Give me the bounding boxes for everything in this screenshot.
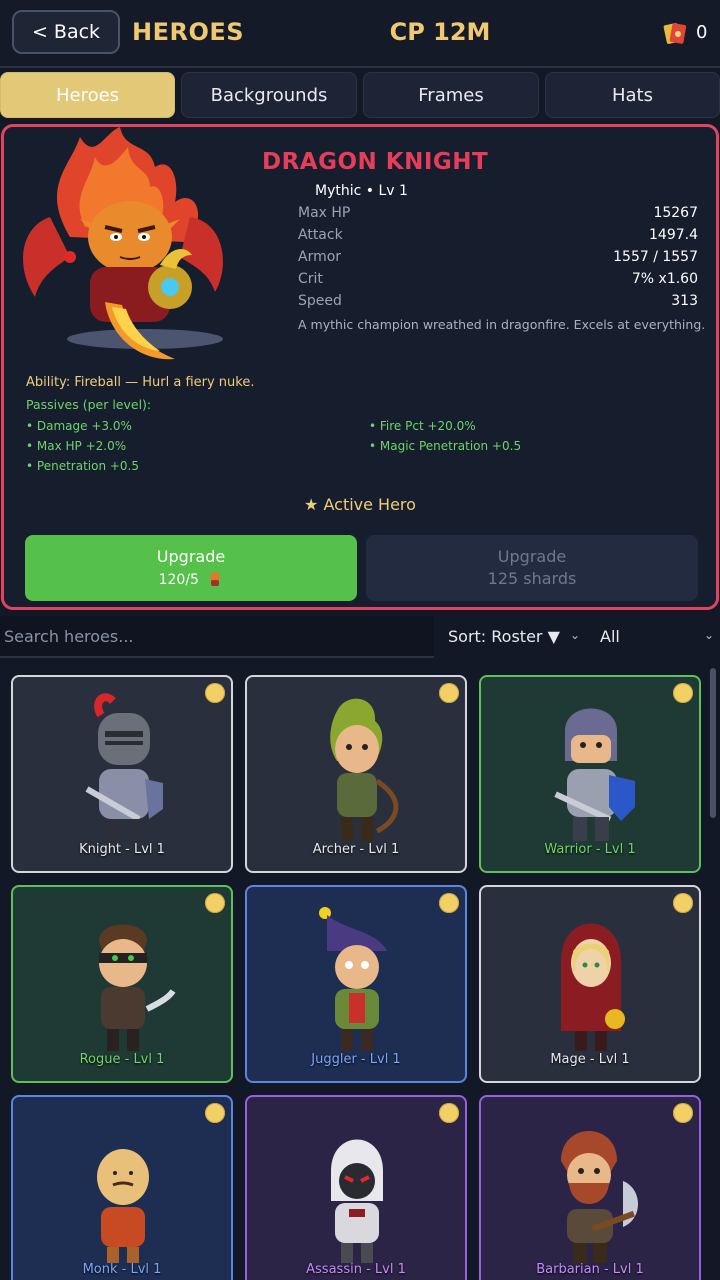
passive-item: • Max HP +2.0%: [26, 439, 127, 453]
status-dot: [439, 683, 459, 703]
hero-card-name: Assassin - Lvl 1: [306, 1262, 406, 1277]
hero-description: A mythic champion wreathed in dragonfire…: [298, 317, 706, 332]
juggler-portrait: [319, 907, 387, 1051]
passive-item: • Magic Penetration +0.5: [369, 439, 522, 453]
hero-card-mage[interactable]: Mage - Lvl 1: [479, 885, 701, 1083]
knight-portrait: [85, 693, 163, 841]
dragon-knight-portrait: [22, 127, 223, 360]
stat-row-crit: Crit 7% x1.60: [298, 271, 698, 293]
chevron-down-icon: ⌄: [570, 628, 581, 642]
hero-rarity-level: Mythic • Lv 1: [315, 183, 408, 199]
hero-token-icon: [210, 572, 221, 586]
stat-value: 1497.4: [649, 227, 698, 243]
cards-icon[interactable]: [662, 20, 688, 46]
upgrade-shards-cost: 125 shards: [487, 569, 577, 588]
hero-card-knight[interactable]: Knight - Lvl 1: [11, 675, 233, 873]
upgrade-shards-button[interactable]: Upgrade 125 shards: [366, 535, 698, 601]
hero-roster-grid: Knight - Lvl 1 Archer - Lvl 1 Warrior - …: [0, 660, 720, 1280]
search-input[interactable]: [0, 616, 430, 656]
barbarian-portrait: [561, 1131, 638, 1263]
hero-card-name: Warrior - Lvl 1: [544, 842, 636, 857]
tab-frames[interactable]: Frames: [363, 72, 539, 118]
cards-count: 0: [696, 22, 708, 43]
status-dot: [673, 1103, 693, 1123]
passive-item: • Damage +3.0%: [26, 419, 132, 433]
status-dot: [205, 683, 225, 703]
stat-label: Attack: [298, 227, 343, 243]
hero-stats: Max HP 15267 Attack 1497.4 Armor 1557 / …: [298, 205, 698, 315]
tab-backgrounds[interactable]: Backgrounds: [181, 72, 357, 118]
rogue-portrait: [99, 924, 176, 1051]
monk-portrait: [97, 1149, 149, 1263]
warrior-portrait: [554, 708, 635, 841]
passives-title: Passives (per level):: [26, 397, 152, 412]
hero-name: DRAGON KNIGHT: [262, 149, 489, 175]
passive-item: • Fire Pct +20.0%: [369, 419, 476, 433]
active-hero-label: ★ Active Hero: [304, 495, 416, 514]
hero-card-monk[interactable]: Monk - Lvl 1: [11, 1095, 233, 1280]
archer-portrait: [330, 698, 399, 841]
search-bar: [0, 616, 434, 658]
hero-detail-panel: DRAGON KNIGHT Mythic • Lv 1 Max HP 15267…: [1, 124, 719, 610]
status-dot: [205, 1103, 225, 1123]
hero-card-name: Mage - Lvl 1: [550, 1052, 630, 1067]
status-dot: [205, 893, 225, 913]
hero-card-barbarian[interactable]: Barbarian - Lvl 1: [479, 1095, 701, 1280]
hero-card-archer[interactable]: Archer - Lvl 1: [245, 675, 467, 873]
hero-card-name: Monk - Lvl 1: [82, 1262, 162, 1277]
hero-card-warrior[interactable]: Warrior - Lvl 1: [479, 675, 701, 873]
chevron-down-icon: ⌄: [704, 628, 715, 642]
upgrade-label: Upgrade: [156, 547, 226, 566]
hero-card-name: Knight - Lvl 1: [79, 842, 165, 857]
top-bar: < Back HEROES CP 12M 0: [0, 0, 720, 68]
hero-card-name: Archer - Lvl 1: [312, 842, 400, 857]
stat-row-attack: Attack 1497.4: [298, 227, 698, 249]
stat-label: Armor: [298, 249, 342, 265]
assassin-portrait: [331, 1139, 383, 1263]
tab-hats[interactable]: Hats: [545, 72, 720, 118]
status-dot: [439, 1103, 459, 1123]
status-dot: [439, 893, 459, 913]
filter-dropdown[interactable]: All ⌄: [592, 616, 720, 656]
sort-label: Sort: Roster ▼: [448, 626, 560, 646]
stat-value: 7% x1.60: [631, 271, 698, 287]
tab-bar: Heroes Backgrounds Frames Hats: [0, 72, 720, 118]
mage-portrait: [561, 923, 625, 1051]
stat-row-armor: Armor 1557 / 1557: [298, 249, 698, 271]
roster-scrollbar[interactable]: [710, 668, 716, 818]
passive-item: • Penetration +0.5: [26, 459, 140, 473]
stat-label: Speed: [298, 293, 342, 309]
hero-ability: Ability: Fireball — Hurl a fiery nuke.: [26, 375, 255, 390]
stat-row-speed: Speed 313: [298, 293, 698, 315]
combat-power: CP 12M: [389, 18, 491, 46]
upgrade-shards-label: Upgrade: [497, 547, 567, 566]
stat-value: 313: [671, 293, 698, 309]
hero-card-name: Rogue - Lvl 1: [79, 1052, 165, 1067]
filter-label: All: [600, 626, 620, 646]
stat-value: 1557 / 1557: [613, 249, 698, 265]
status-dot: [673, 893, 693, 913]
hero-card-assassin[interactable]: Assassin - Lvl 1: [245, 1095, 467, 1280]
stat-row-max-hp: Max HP 15267: [298, 205, 698, 227]
upgrade-button[interactable]: Upgrade 120/5: [25, 535, 357, 601]
stat-label: Max HP: [298, 205, 351, 221]
hero-card-name: Juggler - Lvl 1: [311, 1052, 401, 1067]
hero-card-juggler[interactable]: Juggler - Lvl 1: [245, 885, 467, 1083]
hero-card-name: Barbarian - Lvl 1: [536, 1262, 644, 1277]
sort-dropdown[interactable]: Sort: Roster ▼ ⌄: [440, 616, 586, 656]
hero-card-rogue[interactable]: Rogue - Lvl 1: [11, 885, 233, 1083]
status-dot: [673, 683, 693, 703]
tab-heroes[interactable]: Heroes: [0, 72, 175, 118]
upgrade-progress: 120/5: [158, 572, 199, 588]
stat-label: Crit: [298, 271, 323, 287]
upgrade-progress-row: 120/5: [25, 571, 357, 588]
stat-value: 15267: [653, 205, 698, 221]
